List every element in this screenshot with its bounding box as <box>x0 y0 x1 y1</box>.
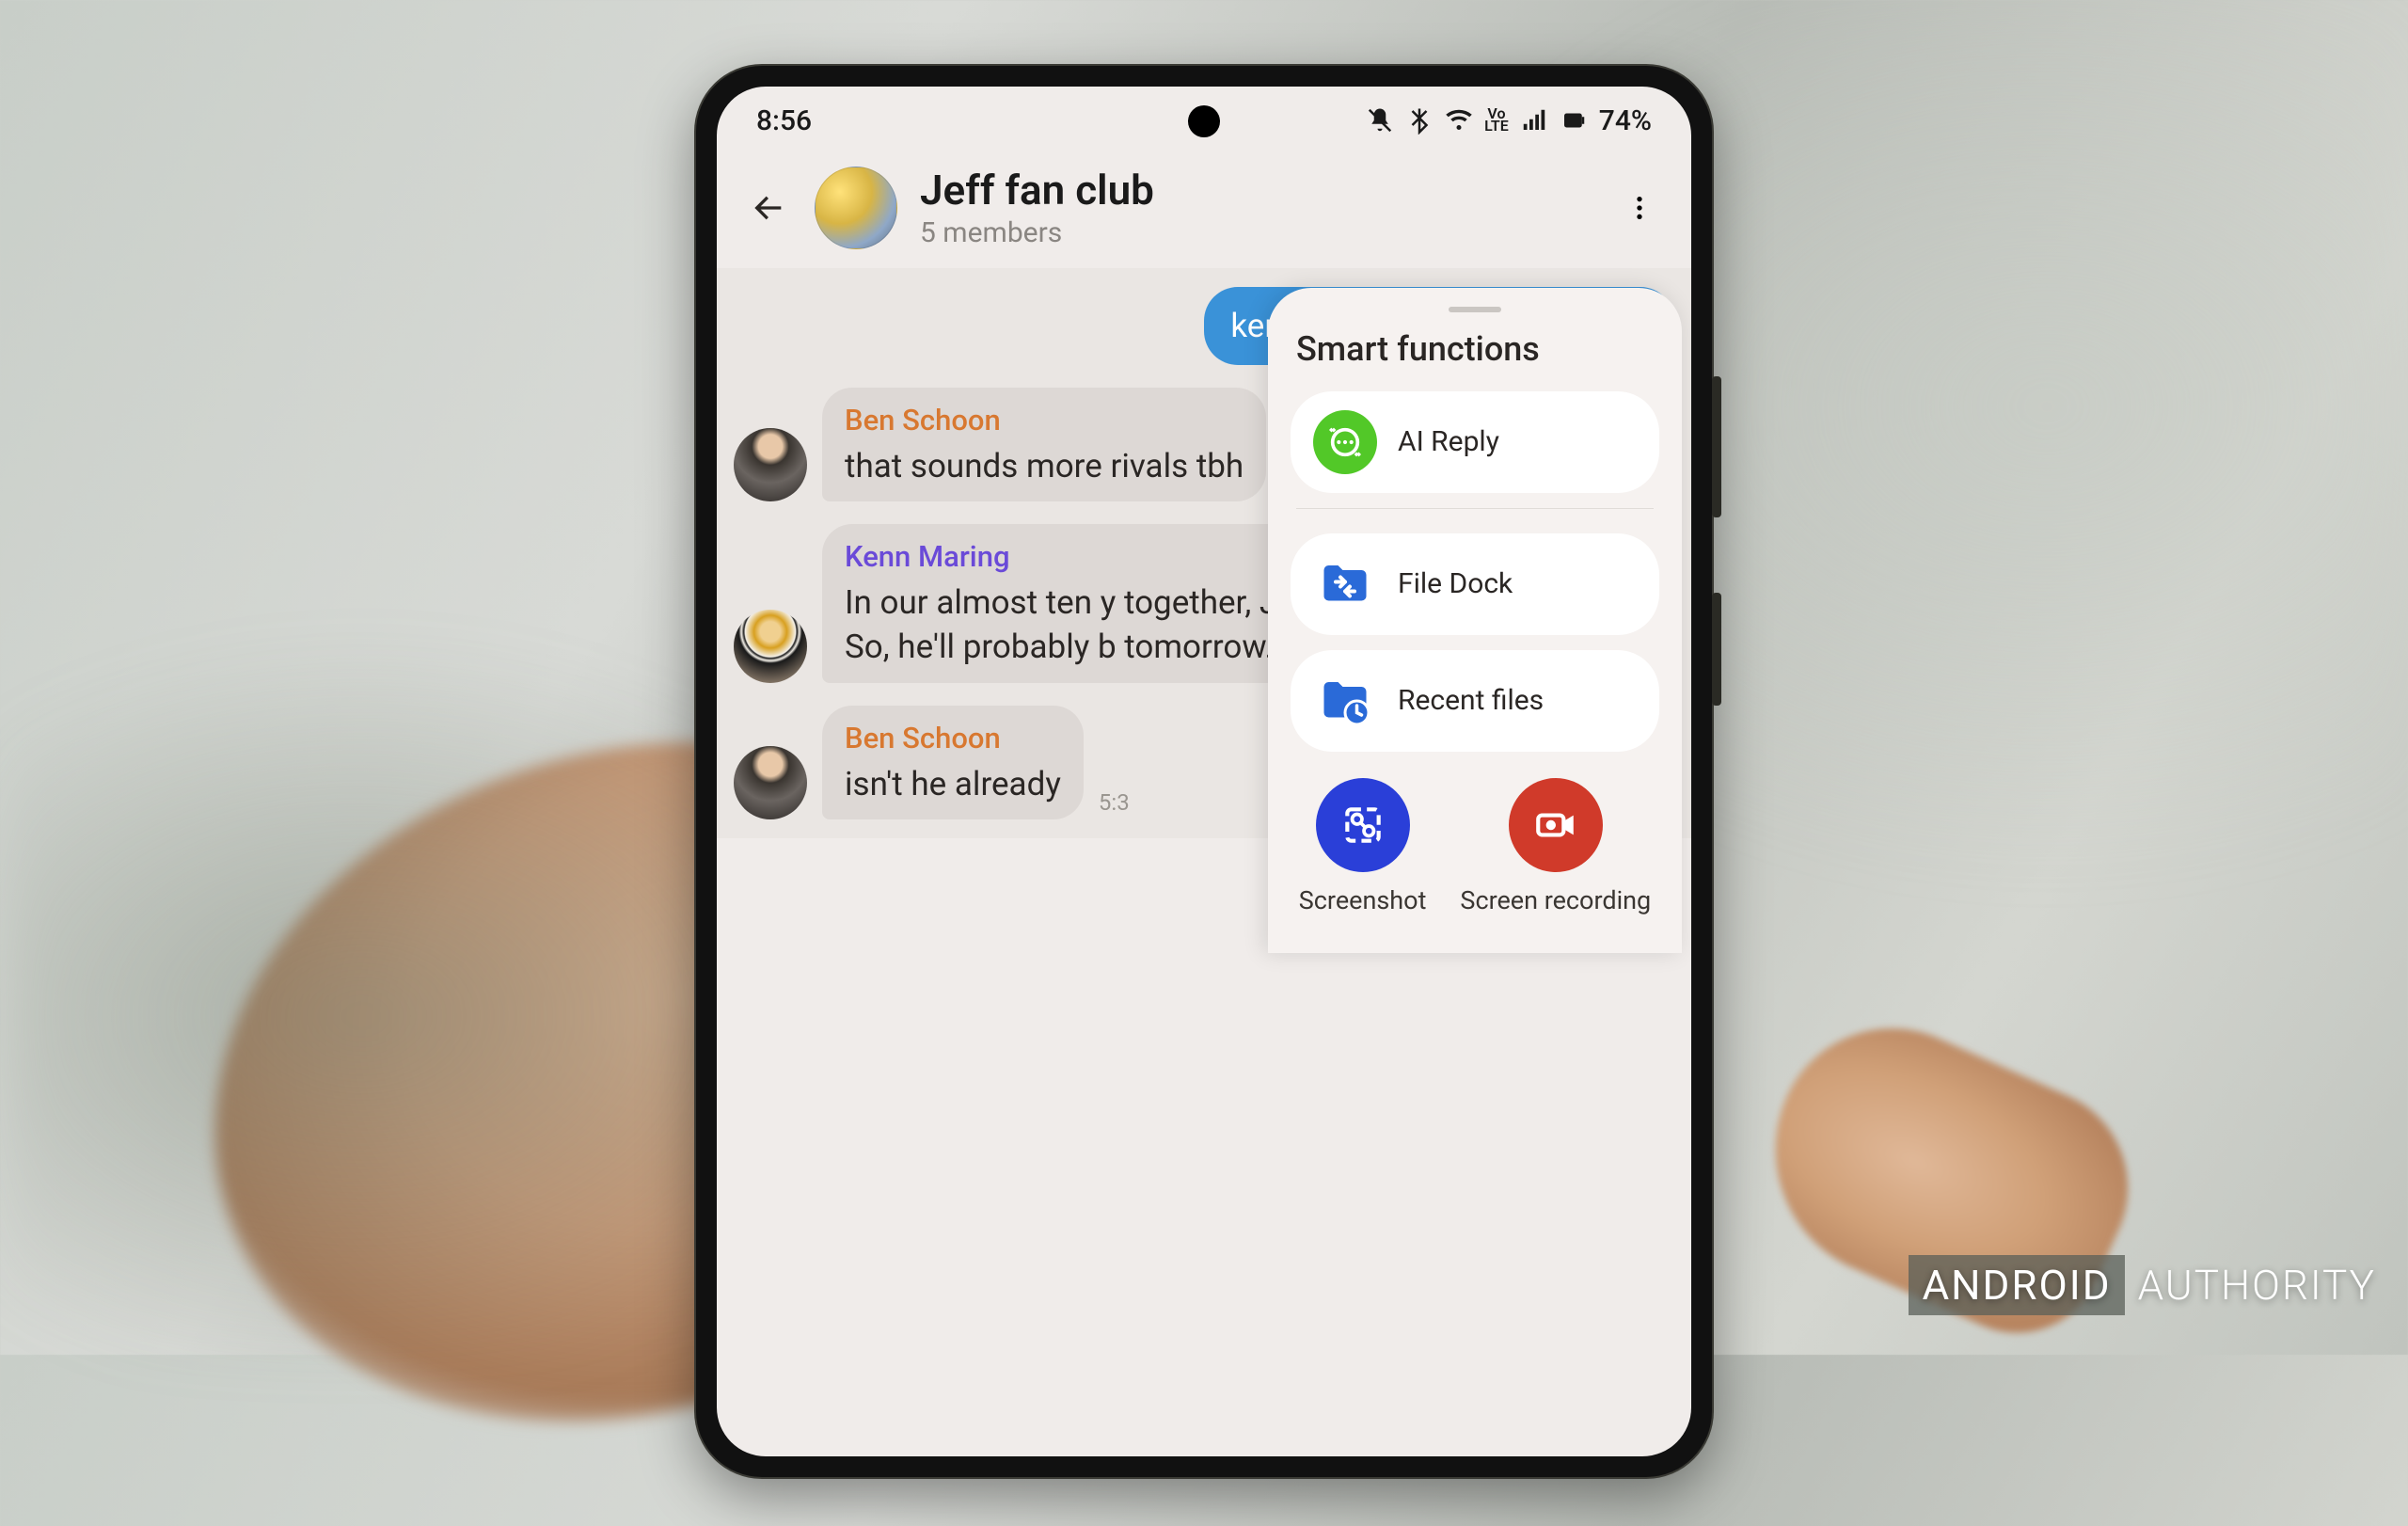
message-text: that sounds more rivals tbh <box>845 444 1244 488</box>
recent-files-button[interactable]: Recent files <box>1291 650 1659 752</box>
bluetooth-icon <box>1405 106 1434 135</box>
group-avatar[interactable] <box>815 167 897 249</box>
watermark-brand1: ANDROID <box>1909 1255 2124 1315</box>
back-arrow-icon <box>750 189 787 227</box>
screen-recording-icon <box>1509 778 1603 872</box>
screenshot-button[interactable]: Screenshot <box>1299 778 1427 915</box>
chat-title-block[interactable]: Jeff fan club 5 members <box>920 166 1593 249</box>
volume-button <box>1712 376 1721 517</box>
mute-icon <box>1366 106 1394 135</box>
recent-files-label: Recent files <box>1398 685 1544 718</box>
panel-title: Smart functions <box>1291 329 1659 369</box>
camera-punch-hole <box>1188 105 1220 137</box>
signal-icon <box>1520 106 1548 135</box>
file-dock-icon <box>1313 552 1377 616</box>
panel-action-row: Screenshot Screen recording <box>1291 778 1659 915</box>
phone-screen: 8:56 VoLTE 74% Jeff fan club 5 members <box>717 87 1691 1456</box>
screen-recording-button[interactable]: Screen recording <box>1460 778 1651 915</box>
more-options-button[interactable] <box>1616 184 1663 231</box>
chat-header: Jeff fan club 5 members <box>717 154 1691 268</box>
phone-frame: 8:56 VoLTE 74% Jeff fan club 5 members <box>696 66 1712 1477</box>
panel-divider <box>1296 508 1654 509</box>
sender-avatar-ben[interactable] <box>734 428 807 501</box>
file-dock-button[interactable]: File Dock <box>1291 533 1659 635</box>
file-dock-label: File Dock <box>1398 568 1513 601</box>
screenshot-icon <box>1316 778 1410 872</box>
battery-percentage: 74% <box>1599 104 1652 137</box>
sender-avatar-ben[interactable] <box>734 746 807 819</box>
screenshot-label: Screenshot <box>1299 885 1427 915</box>
sender-name: Ben Schoon <box>845 719 1061 758</box>
wifi-icon <box>1445 106 1473 135</box>
battery-icon <box>1560 106 1588 135</box>
recent-files-icon <box>1313 669 1377 733</box>
ai-reply-label: AI Reply <box>1398 426 1499 459</box>
message-text: isn't he already <box>845 762 1061 806</box>
panel-drag-handle[interactable] <box>1449 307 1501 312</box>
watermark: ANDROIDAUTHORITY <box>1909 1261 2376 1310</box>
sender-avatar-kenn[interactable] <box>734 610 807 683</box>
chat-subtitle: 5 members <box>920 216 1593 249</box>
status-time: 8:56 <box>756 104 812 137</box>
sender-name: Ben Schoon <box>845 401 1244 440</box>
message-timestamp: 5:3 <box>1099 789 1130 819</box>
watermark-brand2: AUTHORITY <box>2125 1261 2376 1310</box>
ai-reply-icon <box>1313 410 1377 474</box>
message-bubble: Ben Schoon that sounds more rivals tbh <box>822 388 1266 501</box>
power-button <box>1712 593 1721 706</box>
message-bubble: Ben Schoon isn't he already <box>822 706 1084 819</box>
volte-indicator: VoLTE <box>1484 108 1509 133</box>
ai-reply-button[interactable]: AI Reply <box>1291 391 1659 493</box>
back-button[interactable] <box>745 184 792 231</box>
chat-title: Jeff fan club <box>920 166 1593 215</box>
more-vertical-icon <box>1624 193 1655 223</box>
smart-functions-panel[interactable]: Smart functions AI Reply File Dock Recen… <box>1268 288 1682 953</box>
screen-recording-label: Screen recording <box>1460 885 1651 915</box>
